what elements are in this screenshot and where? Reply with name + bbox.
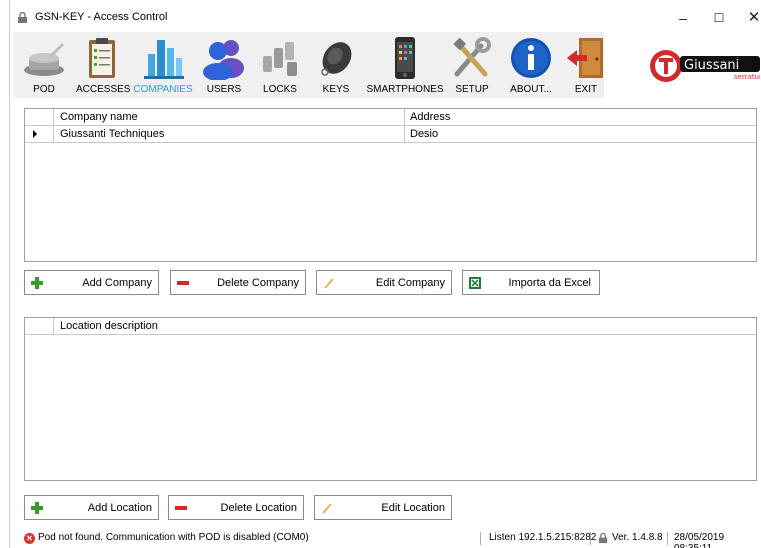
- add-location-label: Add Location: [87, 502, 152, 514]
- exit-door-icon: [567, 38, 603, 78]
- toolbar-label-users: USERS: [206, 84, 242, 95]
- edit-location-button[interactable]: Edit Location: [314, 495, 452, 520]
- svg-text:serrature: serrature: [734, 73, 760, 81]
- svg-text:Giussani: Giussani: [684, 58, 739, 73]
- edit-location-label: Edit Location: [381, 502, 445, 514]
- column-separator: [404, 109, 405, 126]
- table-row[interactable]: Giussanti Techniques Desio: [25, 126, 756, 143]
- delete-location-label: Delete Location: [220, 502, 297, 514]
- toolbar-pod[interactable]: POD: [16, 34, 72, 96]
- buildings-icon: [144, 40, 184, 79]
- toolbar-label-setup: SETUP: [455, 84, 489, 95]
- toolbar-about[interactable]: ABOUT...: [504, 34, 558, 96]
- delete-company-label: Delete Company: [217, 277, 299, 289]
- window-left-edge: [0, 0, 10, 548]
- toolbar-label-accesses: ACCESSES: [76, 84, 131, 95]
- toolbar-smartphones[interactable]: SMARTPHONES: [366, 34, 444, 96]
- status-separator: [590, 532, 591, 545]
- locations-grid-header: Location description: [25, 318, 756, 335]
- toolbar-label-smartphones: SMARTPHONES: [366, 84, 444, 95]
- plus-icon: [31, 502, 43, 514]
- toolbar-companies[interactable]: COMPANIES: [132, 34, 194, 96]
- main-toolbar: POD ACCESSES COMPANIES USERS LOCKS KEYS …: [14, 32, 760, 98]
- add-location-button[interactable]: Add Location: [24, 495, 159, 520]
- row-header-corner: [25, 318, 54, 335]
- column-address[interactable]: Address: [410, 111, 450, 123]
- pencil-icon: [324, 278, 334, 289]
- cell-company-name[interactable]: Giussanti Techniques: [60, 128, 164, 140]
- status-listen: Listen 192.1.5.215:8282: [489, 532, 597, 543]
- lock-icon: [598, 533, 608, 544]
- toolbar-label-about: ABOUT...: [510, 84, 552, 95]
- toolbar-label-companies: COMPANIES: [133, 84, 193, 95]
- status-datetime: 28/05/2019 08:35:11: [674, 532, 725, 548]
- minimize-button[interactable]: –: [668, 6, 698, 30]
- locations-grid[interactable]: Location description: [24, 317, 757, 481]
- delete-location-button[interactable]: Delete Location: [168, 495, 304, 520]
- pencil-icon: [322, 503, 332, 514]
- giussani-logo: Giussani serrature: [650, 50, 760, 82]
- row-selector[interactable]: [25, 126, 54, 142]
- excel-icon: [469, 277, 481, 289]
- status-message: Pod not found. Communication with POD is…: [38, 532, 309, 543]
- error-icon: ✕: [24, 533, 35, 544]
- toolbar-label-keys: KEYS: [322, 84, 350, 95]
- maximize-button[interactable]: ☐: [704, 6, 734, 30]
- window-title: GSN-KEY - Access Control: [35, 11, 168, 23]
- row-header-corner: [25, 109, 54, 126]
- add-company-button[interactable]: Add Company: [24, 270, 159, 295]
- status-version: Ver. 1.4.8.8: [612, 532, 663, 543]
- app-icon: [18, 12, 27, 23]
- minus-icon: [175, 506, 187, 510]
- status-separator: [667, 532, 668, 545]
- minus-icon: [177, 281, 189, 285]
- toolbar-locks[interactable]: LOCKS: [254, 34, 306, 96]
- current-row-arrow-icon: [33, 130, 37, 138]
- cell-separator: [404, 126, 405, 142]
- plus-icon: [31, 277, 43, 289]
- lock-cylinders-icon: [263, 42, 297, 76]
- delete-company-button[interactable]: Delete Company: [170, 270, 306, 295]
- status-bar: ✕ Pod not found. Communication with POD …: [24, 532, 761, 548]
- close-button[interactable]: ✕: [739, 6, 761, 30]
- toolbar-keys[interactable]: KEYS: [310, 34, 362, 96]
- toolbar-accesses[interactable]: ACCESSES: [76, 34, 131, 96]
- users-icon: [203, 40, 244, 80]
- toolbar-label-locks: LOCKS: [263, 84, 297, 95]
- toolbar-label-pod: POD: [33, 84, 55, 95]
- title-bar: GSN-KEY - Access Control – ☐ ✕: [11, 0, 761, 32]
- edit-company-label: Edit Company: [375, 277, 445, 289]
- add-company-label: Add Company: [82, 277, 152, 289]
- cell-address[interactable]: Desio: [410, 128, 438, 140]
- pod-reader-icon: [24, 42, 65, 76]
- info-icon: [511, 38, 551, 78]
- column-location-description[interactable]: Location description: [60, 320, 158, 332]
- import-excel-button[interactable]: Importa da Excel: [462, 270, 600, 295]
- toolbar-users[interactable]: USERS: [198, 34, 250, 96]
- companies-grid[interactable]: Company name Address Giussanti Technique…: [24, 108, 757, 262]
- column-company-name[interactable]: Company name: [60, 111, 138, 123]
- smartphone-icon: [395, 37, 415, 79]
- toolbar-setup[interactable]: SETUP: [446, 34, 498, 96]
- companies-grid-header: Company name Address: [25, 109, 756, 126]
- toolbar-label-exit: EXIT: [574, 84, 598, 95]
- status-separator: [480, 532, 481, 545]
- import-excel-label: Importa da Excel: [508, 277, 591, 289]
- key-fob-icon: [321, 42, 352, 76]
- toolbar-exit[interactable]: EXIT: [560, 34, 612, 96]
- clipboard-icon: [89, 38, 115, 78]
- tools-icon: [453, 37, 491, 77]
- edit-company-button[interactable]: Edit Company: [316, 270, 452, 295]
